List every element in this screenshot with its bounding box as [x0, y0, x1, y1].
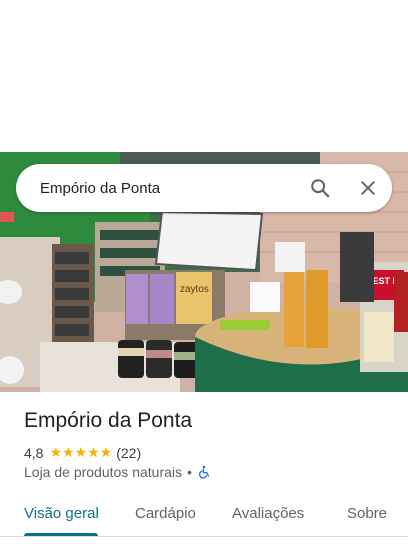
- wheelchair-accessible-icon: [198, 465, 209, 479]
- tab-overview[interactable]: Visão geral: [24, 505, 99, 522]
- tab-about[interactable]: Sobre: [347, 505, 387, 522]
- active-tab-indicator: [24, 533, 98, 536]
- rating-row[interactable]: 4,8 ★★★★★ (22): [24, 444, 141, 461]
- place-category[interactable]: Loja de produtos naturais: [24, 464, 182, 480]
- clear-button[interactable]: [344, 164, 392, 212]
- tab-menu[interactable]: Cardápio: [135, 505, 196, 522]
- tab-reviews[interactable]: Avaliações: [232, 505, 304, 522]
- zaytos-label: zaytos: [180, 284, 209, 295]
- star-rating: ★★★★★: [49, 444, 113, 460]
- place-title: Empório da Ponta: [24, 409, 193, 432]
- search-button[interactable]: [296, 164, 344, 212]
- search-bar[interactable]: Empório da Ponta: [16, 164, 392, 212]
- search-input[interactable]: Empório da Ponta: [40, 180, 296, 197]
- place-tabs: Visão geral Cardápio Avaliações Sobre: [0, 492, 408, 537]
- category-row: Loja de produtos naturais •: [24, 464, 211, 480]
- rating-value: 4,8: [24, 444, 44, 461]
- search-icon: [311, 179, 330, 198]
- close-icon: [361, 181, 375, 195]
- review-count[interactable]: (22): [116, 445, 141, 461]
- separator: •: [187, 464, 192, 480]
